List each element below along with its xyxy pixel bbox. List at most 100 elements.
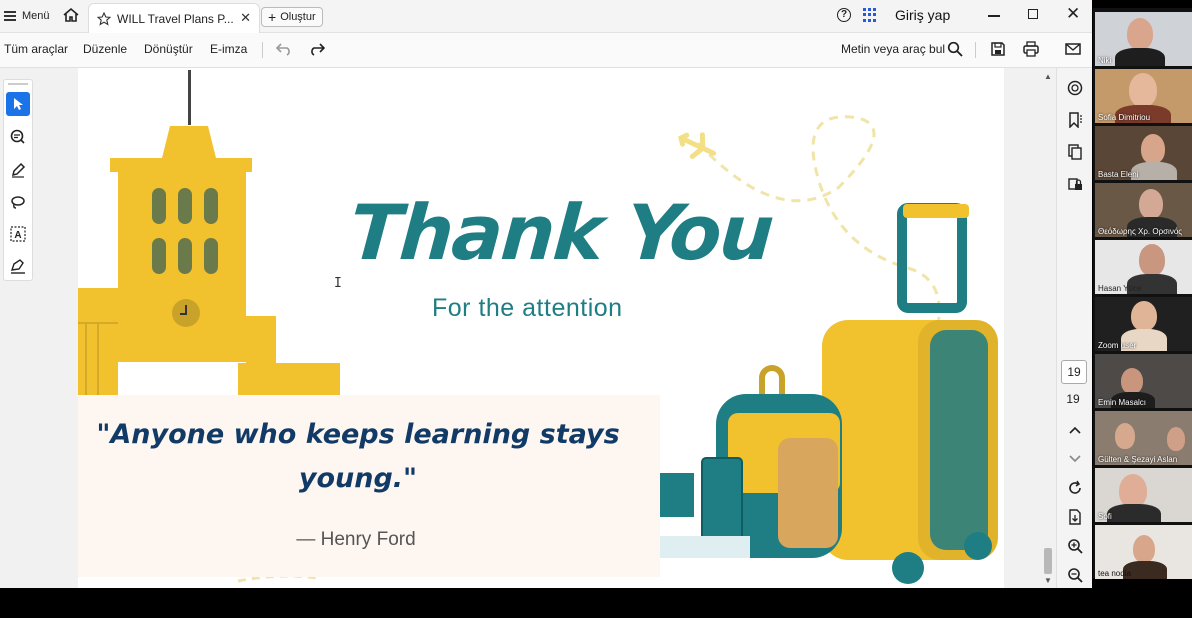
menu-label: Menü <box>22 10 50 22</box>
sign-icon <box>10 259 25 274</box>
text-select-icon: A <box>10 226 26 242</box>
slide-title: Thank You <box>346 188 776 277</box>
participant-tile[interactable]: Basta Eleni <box>1095 126 1192 180</box>
participant-name: Θεόδωρης Χρ. Ορσινός <box>1098 227 1183 236</box>
bookmark-icon[interactable] <box>1067 112 1083 128</box>
vertical-scrollbar[interactable]: ▲ ▼ <box>1041 68 1055 588</box>
participant-video <box>1119 474 1147 508</box>
participant-tile[interactable]: Sofi <box>1095 468 1192 522</box>
mail-icon[interactable] <box>1065 41 1081 57</box>
quote-box: "Anyone who keeps learning stays young."… <box>78 395 660 577</box>
participant-tile[interactable]: Sofia Dimitriou <box>1095 69 1192 123</box>
tab-title: WILL Travel Plans P... <box>117 11 234 26</box>
participant-video <box>1131 301 1157 331</box>
participant-tile[interactable]: Zoom user <box>1095 297 1192 351</box>
participant-name: Zoom user <box>1098 341 1137 350</box>
participant-video <box>1139 244 1165 276</box>
participant-tile[interactable]: Emin Masalcı <box>1095 354 1192 408</box>
ai-icon[interactable] <box>1067 80 1083 96</box>
participant-name: Niki <box>1098 56 1112 65</box>
pages-icon[interactable] <box>1067 144 1083 160</box>
find-tools-label[interactable]: Metin veya araç bul <box>841 42 945 56</box>
church-illustration <box>78 70 340 398</box>
svg-text:A: A <box>14 230 21 241</box>
save-icon[interactable] <box>990 41 1006 57</box>
comment-icon <box>10 129 25 144</box>
participant-name: Gülten & Şezayi Aslan <box>1098 455 1178 464</box>
select-tool[interactable] <box>6 92 30 116</box>
protect-icon[interactable] <box>1067 176 1083 192</box>
help-icon[interactable]: ? <box>837 8 851 22</box>
page-down-icon[interactable] <box>1067 450 1083 466</box>
participant-tile[interactable]: Θεόδωρης Χρ. Ορσινός <box>1095 183 1192 237</box>
menu-edit[interactable]: Düzenle <box>83 42 127 56</box>
tab-close-icon[interactable]: ✕ <box>240 10 251 26</box>
zoom-in-icon[interactable] <box>1067 538 1083 554</box>
page-up-icon[interactable] <box>1067 423 1083 439</box>
left-tools-panel: A <box>3 79 33 281</box>
search-icon[interactable] <box>947 41 963 57</box>
participant-tile[interactable]: Gülten & Şezayi Aslan <box>1095 411 1192 465</box>
participant-name: Hasan Yüce <box>1098 284 1142 293</box>
menu-all-tools[interactable]: Tüm araçlar <box>4 42 68 56</box>
toolbar-divider <box>262 42 263 58</box>
participant-video <box>1133 535 1155 563</box>
participant-name: Sofia Dimitriou <box>1098 113 1151 122</box>
participant-tile[interactable]: Niki <box>1095 12 1192 66</box>
document-page[interactable]: Thank You For the attention I "Anyone wh… <box>78 68 1004 588</box>
plus-icon: + <box>268 9 277 25</box>
draw-tool[interactable] <box>6 158 30 182</box>
participant-video <box>1141 134 1165 164</box>
participant-name: tea nodia <box>1098 569 1131 578</box>
lasso-tool[interactable] <box>6 190 30 214</box>
scroll-up-icon[interactable]: ▲ <box>1044 72 1052 81</box>
participant-name: Emin Masalcı <box>1098 398 1147 407</box>
menu-button[interactable]: Menü <box>4 6 50 26</box>
title-bar: Menü WILL Travel Plans P... ✕ + Oluştur … <box>0 0 1092 33</box>
signin-link[interactable]: Giriş yap <box>895 7 950 23</box>
comment-tool[interactable] <box>6 125 30 149</box>
redo-icon[interactable] <box>309 42 325 56</box>
participant-name: Basta Eleni <box>1098 170 1139 179</box>
select-icon <box>14 98 23 110</box>
export-icon[interactable] <box>1067 509 1083 525</box>
toolbar-divider-2 <box>975 42 976 58</box>
participant-tile[interactable]: tea nodia <box>1095 525 1192 579</box>
pdf-viewer-window: Menü WILL Travel Plans P... ✕ + Oluştur … <box>0 0 1092 588</box>
participant-video <box>1115 423 1135 449</box>
menu-convert[interactable]: Dönüştür <box>144 42 193 56</box>
menu-icon <box>4 11 16 21</box>
participant-video <box>1139 189 1163 219</box>
participants-panel: Niki Sofia Dimitriou Basta Eleni Θεόδωρη… <box>1093 8 1192 579</box>
total-pages: 19 <box>1066 392 1080 406</box>
zoom-out-icon[interactable] <box>1067 567 1083 583</box>
current-page-input[interactable]: 19 <box>1061 360 1087 384</box>
undo-icon[interactable] <box>276 42 292 56</box>
pen-icon <box>11 162 26 178</box>
document-tab[interactable]: WILL Travel Plans P... ✕ <box>88 3 260 33</box>
panel-grip <box>8 83 28 85</box>
scroll-down-icon[interactable]: ▼ <box>1044 576 1052 585</box>
participant-tile[interactable]: Hasan Yüce <box>1095 240 1192 294</box>
scroll-thumb[interactable] <box>1044 548 1052 574</box>
rotate-icon[interactable] <box>1067 480 1083 496</box>
star-icon[interactable] <box>97 11 111 26</box>
participant-video <box>1121 368 1143 394</box>
participant-video <box>1127 18 1153 50</box>
backpack-illustration <box>660 365 842 558</box>
lasso-icon <box>11 196 25 209</box>
sign-tool[interactable] <box>6 254 30 278</box>
suitcase-illustration <box>822 203 998 584</box>
home-button[interactable] <box>62 6 82 26</box>
window-close-button[interactable]: ✕ <box>1066 4 1080 24</box>
minimize-button[interactable] <box>988 15 1000 17</box>
create-label: Oluştur <box>280 11 316 23</box>
text-select-tool[interactable]: A <box>6 222 30 246</box>
create-button[interactable]: + Oluştur <box>261 7 323 27</box>
main-toolbar: Tüm araçlar Düzenle Dönüştür E-imza Meti… <box>0 33 1092 68</box>
menu-esign[interactable]: E-imza <box>210 42 247 56</box>
maximize-button[interactable] <box>1028 9 1038 19</box>
quote-text: "Anyone who keeps learning stays young." <box>96 419 620 494</box>
print-icon[interactable] <box>1023 41 1039 57</box>
apps-icon[interactable] <box>863 8 877 22</box>
